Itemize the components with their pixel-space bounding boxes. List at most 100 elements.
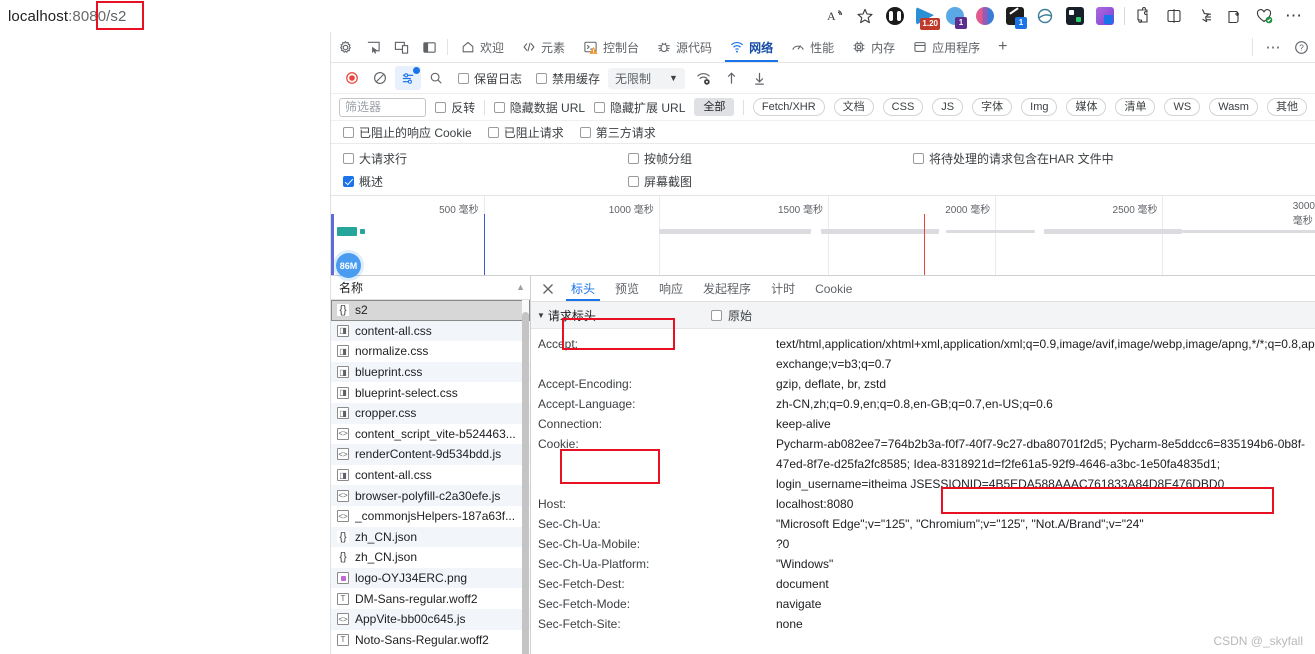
close-icon[interactable] [535, 276, 561, 301]
request-row-commonjs-helpers-js[interactable]: <> _commonjsHelpers-187a63f... [331, 506, 530, 527]
throttling-select[interactable]: 无限制 ▼ [608, 67, 685, 89]
disable-cache-box[interactable] [536, 72, 548, 84]
hide-extension-urls-box[interactable] [594, 101, 606, 113]
group-by-frame-checkbox[interactable]: 按帧分组 [628, 150, 913, 167]
settings-gear-icon[interactable] [331, 32, 359, 62]
request-row-blueprint-css[interactable]: ◨ blueprint.css [331, 361, 530, 383]
request-row-normalize-css[interactable]: ◨ normalize.css [331, 341, 530, 362]
request-row-logo-png[interactable]: logo-OYJ34ERC.png [331, 567, 530, 589]
browser-essentials-icon[interactable] [1219, 0, 1249, 32]
type-filter-other[interactable]: 其他 [1266, 98, 1307, 116]
import-har-icon[interactable] [719, 66, 745, 90]
request-row-content-script-vite[interactable]: <> content_script_vite-b524463... [331, 424, 530, 445]
request-list-scroll-thumb[interactable] [522, 312, 529, 654]
screenshots-checkbox[interactable]: 屏幕截图 [628, 173, 913, 190]
search-button[interactable] [423, 66, 449, 90]
colorful-brain-extension-icon[interactable] [970, 0, 1000, 32]
detail-tab-timing[interactable]: 计时 [761, 276, 805, 301]
read-aloud-icon[interactable]: A [820, 0, 850, 32]
invert-box[interactable] [435, 101, 447, 113]
type-filter-js[interactable]: JS [932, 98, 964, 116]
hide-extension-urls-checkbox[interactable]: 隐藏扩展 URL [594, 99, 685, 116]
overview-box[interactable] [343, 176, 354, 187]
clear-button[interactable] [367, 66, 393, 90]
request-list-header[interactable]: 名称 ▲ [331, 276, 530, 300]
blocked-requests-box[interactable] [487, 126, 499, 138]
split-screen-icon[interactable] [1159, 0, 1189, 32]
tab-application[interactable]: 应用程序 [904, 32, 989, 62]
tab-welcome[interactable]: 欢迎 [452, 32, 513, 62]
type-filter-wasm[interactable]: Wasm [1209, 98, 1258, 116]
big-request-rows-box[interactable] [343, 153, 354, 164]
filter-toggle-button[interactable] [395, 66, 421, 90]
request-row-cropper-css[interactable]: ◨ cropper.css [331, 402, 530, 424]
tab-performance[interactable]: 性能 [782, 32, 843, 62]
big-request-rows-checkbox[interactable]: 大请求行 [343, 150, 628, 167]
request-row-browser-polyfill-js[interactable]: <> browser-polyfill-c2a30efe.js [331, 485, 530, 506]
invert-checkbox[interactable]: 反转 [435, 99, 475, 116]
record-button[interactable] [339, 66, 365, 90]
include-pending-har-checkbox[interactable]: 将待处理的请求包含在HAR 文件中 [913, 150, 1303, 167]
filter-input[interactable]: 筛选器 [339, 97, 427, 117]
devtools-help-icon[interactable]: ? [1287, 40, 1315, 55]
disable-cache-checkbox[interactable]: 禁用缓存 [536, 70, 600, 87]
request-row-s2[interactable]: {} s2 [331, 300, 530, 321]
raw-checkbox[interactable]: 原始 [711, 307, 752, 324]
sort-ascending-icon[interactable]: ▲ [516, 282, 525, 292]
add-panel-button[interactable]: + [989, 32, 1016, 62]
purple-extension-icon[interactable] [1090, 0, 1120, 32]
device-toolbar-icon[interactable] [387, 32, 415, 62]
type-filter-ws[interactable]: WS [1164, 98, 1201, 116]
network-overview-timeline[interactable]: 500 毫秒 1000 毫秒 1500 毫秒 2000 毫秒 2500 毫秒 3… [331, 196, 1315, 276]
third-party-requests-checkbox[interactable]: 第三方请求 [579, 124, 656, 141]
request-headers-section-header[interactable]: ▼ 请求标头 原始 [531, 302, 1315, 329]
detail-tab-initiator[interactable]: 发起程序 [693, 276, 761, 301]
brain-extension-icon[interactable]: 1 [940, 0, 970, 32]
tab-elements[interactable]: 元素 [513, 32, 574, 62]
performance-heart-icon[interactable] [1249, 0, 1279, 32]
blocked-response-cookies-box[interactable] [343, 126, 354, 138]
type-filter-img[interactable]: Img [1021, 98, 1058, 116]
tab-sources[interactable]: 源代码 [648, 32, 721, 62]
devtools-more-icon[interactable]: ⋯ [1259, 38, 1287, 56]
request-row-blueprint-select-css[interactable]: ◨ blueprint-select.css [331, 382, 530, 403]
raw-box[interactable] [711, 309, 722, 321]
third-party-requests-box[interactable] [579, 126, 591, 138]
dock-side-icon[interactable] [415, 32, 443, 62]
group-by-frame-box[interactable] [628, 153, 639, 164]
request-row-content-all-css[interactable]: ◨ content-all.css [331, 320, 530, 342]
request-row-dm-sans-woff2[interactable]: T DM-Sans-regular.woff2 [331, 588, 530, 609]
request-row-render-content-js[interactable]: <> renderContent-9d534bdd.js [331, 444, 530, 465]
detail-tab-headers[interactable]: 标头 [561, 276, 605, 301]
dark-extension-icon[interactable]: 1 [1000, 0, 1030, 32]
tab-network[interactable]: 网络 [721, 32, 782, 62]
request-row-content-all-css-2[interactable]: ◨ content-all.css [331, 465, 530, 486]
request-row-appvite-js[interactable]: <> AppVite-bb00c645.js [331, 608, 530, 630]
inspect-element-icon[interactable] [359, 32, 387, 62]
split-screen-extension-icon[interactable] [880, 0, 910, 32]
export-har-icon[interactable] [747, 66, 773, 90]
type-filter-media[interactable]: 媒体 [1066, 98, 1107, 116]
favorite-star-icon[interactable] [850, 0, 880, 32]
detail-tab-cookie[interactable]: Cookie [805, 276, 862, 301]
detail-tab-preview[interactable]: 预览 [605, 276, 649, 301]
hide-data-urls-box[interactable] [493, 101, 505, 113]
preserve-log-checkbox[interactable]: 保留日志 [458, 70, 522, 87]
video-speed-extension-icon[interactable]: 1.20 [910, 0, 940, 32]
screenshots-box[interactable] [628, 176, 639, 187]
settings-more-icon[interactable]: ⋯ [1279, 0, 1309, 32]
request-row-noto-sans-woff2[interactable]: T Noto-Sans-Regular.woff2 [331, 630, 530, 651]
type-filter-fetch-xhr[interactable]: Fetch/XHR [752, 98, 825, 116]
collections-icon[interactable] [1189, 0, 1219, 32]
type-filter-doc[interactable]: 文档 [833, 98, 874, 116]
tab-console[interactable]: 控制台 [574, 32, 648, 62]
request-row-zh-cn-json-1[interactable]: {} zh_CN.json [331, 526, 530, 548]
request-row-zh-cn-json-2[interactable]: {} zh_CN.json [331, 547, 530, 568]
include-pending-har-box[interactable] [913, 153, 924, 164]
type-filter-font[interactable]: 字体 [972, 98, 1013, 116]
type-filter-manifest[interactable]: 清单 [1115, 98, 1156, 116]
overview-checkbox[interactable]: 概述 [343, 173, 628, 190]
hide-data-urls-checkbox[interactable]: 隐藏数据 URL [493, 99, 585, 116]
network-conditions-icon[interactable] [691, 66, 717, 90]
type-filter-css[interactable]: CSS [882, 98, 924, 116]
